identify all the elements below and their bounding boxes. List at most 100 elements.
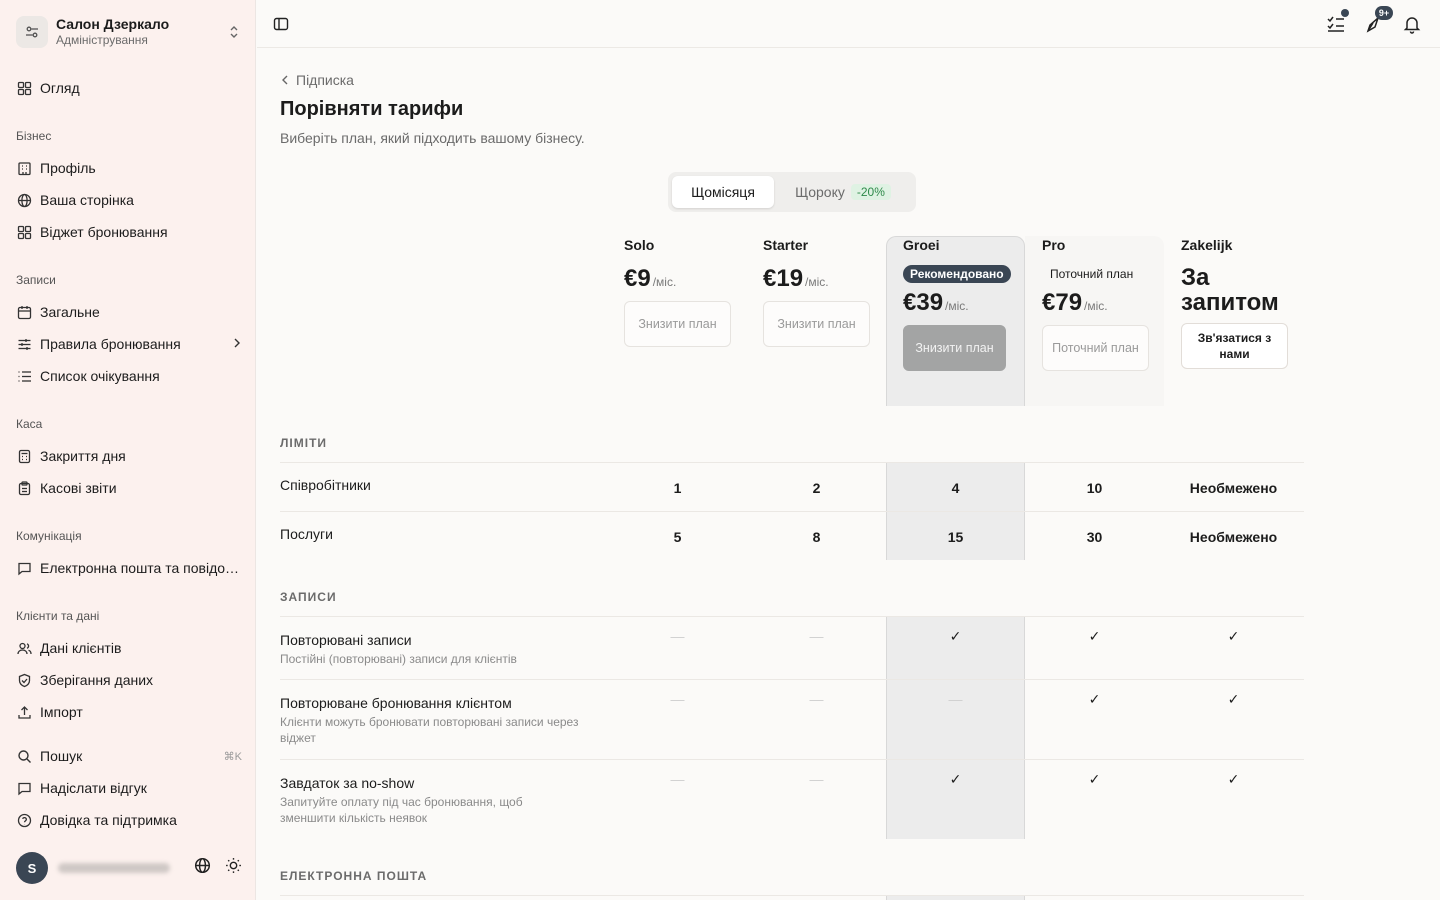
- nav-general[interactable]: Загальне: [16, 299, 242, 325]
- cell-dash: —: [670, 628, 685, 644]
- back-link-label: Підписка: [296, 72, 354, 88]
- cell-value: 4: [951, 480, 960, 496]
- check-icon: ✓: [949, 628, 962, 644]
- nav-page[interactable]: Ваша сторінка: [16, 187, 242, 213]
- starter-downgrade-button[interactable]: Знизити план: [763, 301, 870, 347]
- org-role: Адміністрування: [56, 33, 148, 47]
- nav-email[interactable]: Електронна пошта та повідомлення: [16, 555, 242, 581]
- cell-value: 10: [1086, 480, 1103, 496]
- help-circle-icon: [16, 812, 32, 828]
- nav-close-day[interactable]: Закриття дня: [16, 443, 242, 469]
- org-logo-icon: [16, 16, 48, 48]
- language-globe-icon[interactable]: [194, 857, 211, 879]
- globe-icon: [16, 192, 32, 208]
- user-menu[interactable]: S: [16, 852, 242, 884]
- nav-email-label: Електронна пошта та повідомлення: [40, 560, 242, 576]
- row-label: Співробітники: [280, 477, 371, 493]
- page-title: Порівняти тарифи: [280, 98, 464, 120]
- feedback-icon: [16, 780, 32, 796]
- nav-profile-label: Профіль: [40, 160, 96, 176]
- billing-yearly-button[interactable]: Щороку -20%: [774, 176, 912, 208]
- announcements-badge: 9+: [1375, 6, 1393, 20]
- nav-profile[interactable]: Профіль: [16, 155, 242, 181]
- chevron-left-icon: [282, 75, 288, 85]
- nav-page-label: Ваша сторінка: [40, 192, 134, 208]
- nav-help[interactable]: Довідка та підтримка: [16, 807, 242, 833]
- message-square-icon: [16, 560, 32, 576]
- check-icon: ✓: [1227, 771, 1240, 787]
- user-email-redacted: [58, 863, 170, 873]
- row-label: Повторюване бронювання клієнтом: [280, 695, 512, 711]
- calendar-icon: [16, 304, 32, 320]
- nav-rules[interactable]: Правила бронювання: [16, 331, 242, 357]
- section-limits: ЛІМІТИ: [280, 436, 328, 450]
- nav-feedback[interactable]: Надіслати відгук: [16, 775, 242, 801]
- billing-yearly-label: Щороку: [795, 184, 845, 200]
- cell-dash: —: [670, 691, 685, 707]
- pro-current-plan-button[interactable]: Поточний план: [1042, 325, 1149, 371]
- nav-overview[interactable]: Огляд: [16, 75, 242, 101]
- groei-downgrade-button[interactable]: Знизити план: [903, 325, 1006, 371]
- plan-price: €19/міс.: [763, 265, 829, 292]
- nav-group-comm: Комунікація: [16, 529, 82, 543]
- cell-value: 5: [673, 529, 682, 545]
- cell-value: 1: [673, 480, 682, 496]
- table-row: Послуги 5 8 15 30 Необмежено: [280, 511, 1304, 560]
- nav-group-clients: Клієнти та дані: [16, 609, 100, 623]
- nav-import-label: Імпорт: [40, 704, 83, 720]
- org-switcher[interactable]: Салон Дзеркало Адміністрування: [16, 14, 242, 50]
- nav-client-data-label: Дані клієнтів: [40, 640, 122, 656]
- cell-value: 8: [812, 529, 821, 545]
- nav-search[interactable]: Пошук ⌘K: [16, 743, 242, 769]
- row-label: Повторювані записи: [280, 632, 412, 648]
- announcements-icon[interactable]: 9+: [1364, 6, 1393, 34]
- nav-client-data[interactable]: Дані клієнтів: [16, 635, 242, 661]
- nav-search-label: Пошук: [40, 748, 83, 764]
- plan-name: Pro: [1042, 237, 1066, 253]
- grid-icon: [16, 80, 32, 96]
- org-name: Салон Дзеркало: [56, 16, 170, 32]
- back-link[interactable]: Підписка: [280, 72, 354, 88]
- nav-waitlist[interactable]: Список очікування: [16, 363, 242, 389]
- bell-icon[interactable]: [1402, 14, 1422, 34]
- table-row: Завдаток за no-show Запитуйте оплату під…: [280, 759, 1304, 839]
- nav-rules-label: Правила бронювання: [40, 336, 181, 352]
- row-description: Постійні (повторювані) записи для клієнт…: [280, 652, 517, 666]
- cell-dash: —: [948, 691, 963, 707]
- search-shortcut: ⌘K: [223, 750, 242, 763]
- nav-help-label: Довідка та підтримка: [40, 812, 177, 828]
- sidebar-toggle-icon[interactable]: [273, 16, 291, 32]
- nav-waitlist-label: Список очікування: [40, 368, 160, 384]
- plan-pro: Pro Поточний план €79/міс. Поточний план: [1042, 237, 1181, 371]
- plan-name: Zakelijk: [1181, 237, 1233, 253]
- nav-cash-reports[interactable]: Касові звіти: [16, 475, 242, 501]
- sliders-icon: [16, 336, 32, 352]
- yearly-discount-badge: -20%: [850, 184, 891, 200]
- tasks-icon[interactable]: [1326, 9, 1349, 34]
- nav-group-cash: Каса: [16, 417, 43, 431]
- plan-starter: Starter €19/міс. Знизити план: [763, 237, 902, 347]
- cell-dash: —: [809, 691, 824, 707]
- plan-zakelijk: Zakelijk За запитом Зв'язатися з нами: [1181, 237, 1320, 369]
- plan-price: €39/міс.: [903, 289, 969, 316]
- recommended-badge: Рекомендовано: [903, 265, 1011, 283]
- cell-value: 30: [1086, 529, 1103, 545]
- check-icon: ✓: [1088, 771, 1101, 787]
- nav-close-day-label: Закриття дня: [40, 448, 126, 464]
- solo-downgrade-button[interactable]: Знизити план: [624, 301, 731, 347]
- plan-name: Groei: [903, 237, 940, 253]
- nav-widget[interactable]: Віджет бронювання: [16, 219, 242, 245]
- contact-us-button[interactable]: Зв'язатися з нами: [1181, 323, 1288, 369]
- billing-period-toggle: Щомісяця Щороку -20%: [668, 172, 916, 212]
- plan-price: €79/міс.: [1042, 289, 1108, 316]
- calculator-icon: [16, 448, 32, 464]
- table-row: [280, 895, 1304, 900]
- section-email: ЕЛЕКТРОННА ПОШТА: [280, 869, 428, 883]
- nav-widget-label: Віджет бронювання: [40, 224, 168, 240]
- nav-data-storage[interactable]: Зберігання даних: [16, 667, 242, 693]
- check-icon: ✓: [1227, 691, 1240, 707]
- theme-sun-icon[interactable]: [225, 857, 242, 879]
- nav-import[interactable]: Імпорт: [16, 699, 242, 725]
- billing-monthly-button[interactable]: Щомісяця: [672, 176, 774, 208]
- cell-dash: —: [670, 771, 685, 787]
